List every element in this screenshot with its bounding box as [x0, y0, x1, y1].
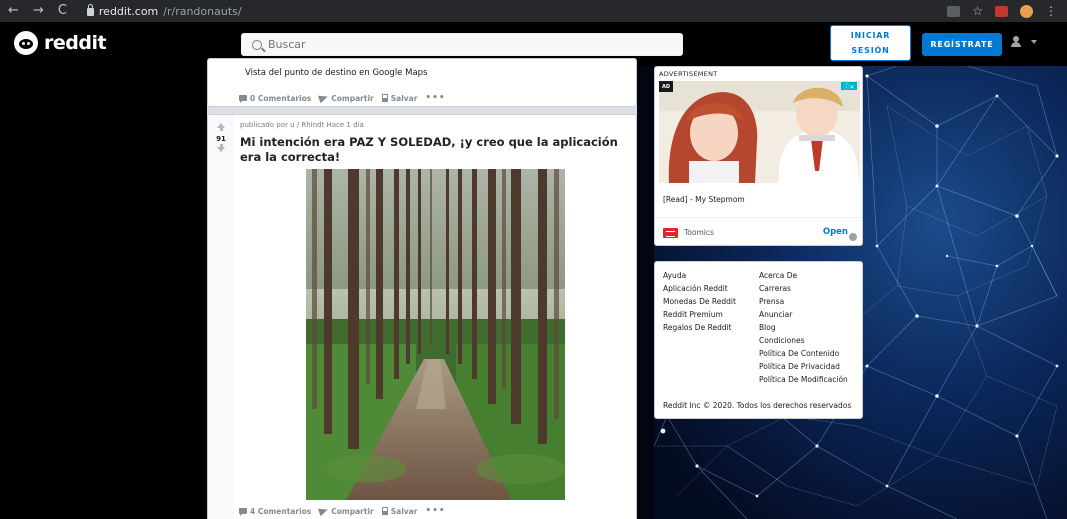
- forest-path-photo: [306, 169, 565, 500]
- save-button[interactable]: Salvar: [381, 93, 418, 103]
- footer-link[interactable]: Prensa: [759, 295, 848, 308]
- footer-links-card: Ayuda Aplicación Reddit Monedas De Reddi…: [654, 261, 863, 419]
- save-label: Salvar: [390, 93, 418, 103]
- profile-avatar-icon[interactable]: [1020, 4, 1033, 18]
- search-icon: [252, 39, 262, 50]
- bookmark-icon: [381, 94, 388, 102]
- translate-icon[interactable]: [947, 5, 961, 17]
- ad-open-link[interactable]: Open: [823, 227, 848, 237]
- footer-link[interactable]: Política De Privacidad: [759, 360, 848, 373]
- share-button[interactable]: Compartir: [318, 92, 374, 104]
- screenshot-frame: ← → C reddit.com/r/randonauts/ ☆ ⋮ reddi…: [0, 0, 1067, 519]
- reload-icon[interactable]: C: [58, 0, 67, 22]
- footer-links-column-1: Ayuda Aplicación Reddit Monedas De Reddi…: [663, 269, 736, 334]
- more-options-icon[interactable]: •••: [425, 93, 445, 103]
- upvote-arrow-icon[interactable]: [217, 123, 225, 131]
- logo-text: reddit: [44, 32, 107, 54]
- comments-button[interactable]: 0 Comentarios: [239, 94, 311, 103]
- post-body-text: Vista del punto de destino en Google Map…: [245, 68, 428, 78]
- login-label-line1: INICIAR: [850, 31, 891, 40]
- share-icon: [318, 505, 330, 517]
- copyright-text: Reddit Inc © 2020. Todos los derechos re…: [663, 401, 852, 410]
- vote-bar: 91: [208, 115, 234, 519]
- post-actions: 0 Comentarios Compartir Salvar •••: [239, 92, 446, 104]
- post-image[interactable]: [306, 169, 565, 500]
- share-icon: [318, 92, 330, 104]
- back-arrow-icon[interactable]: ←: [8, 0, 19, 22]
- footer-link[interactable]: Monedas De Reddit: [663, 295, 736, 308]
- browser-menu-icon[interactable]: ⋮: [1045, 4, 1057, 18]
- post-title[interactable]: Mi intención era PAZ Y SOLEDAD, ¡y creo …: [240, 135, 620, 165]
- footer-link[interactable]: Aplicación Reddit: [663, 282, 736, 295]
- login-button[interactable]: INICIAR SESIÓN: [830, 25, 911, 61]
- bookmark-icon: [381, 507, 388, 515]
- footer-link[interactable]: Blog: [759, 321, 848, 334]
- left-background: [0, 66, 207, 519]
- comments-count: 0 Comentarios: [250, 93, 312, 103]
- forward-arrow-icon[interactable]: →: [33, 0, 44, 22]
- downvote-arrow-icon[interactable]: [217, 144, 225, 152]
- footer-link[interactable]: Política De Modificación: [759, 373, 848, 386]
- comments-count: 4 Comentarios: [250, 506, 312, 516]
- chevron-down-icon: [1031, 40, 1037, 44]
- address-bar[interactable]: reddit.com/r/randonauts/: [86, 4, 242, 18]
- footer-links-column-2: Acerca De Carreras Prensa Anunciar Blog …: [759, 269, 848, 386]
- snoo-logo-icon: [14, 31, 38, 55]
- ad-badge: AD: [659, 81, 673, 92]
- signup-button[interactable]: REGÍSTRATE: [922, 33, 1002, 56]
- share-label: Compartir: [331, 93, 374, 103]
- url-host: reddit.com: [98, 4, 159, 18]
- ad-illustration: [659, 81, 860, 183]
- search-bar[interactable]: [241, 33, 683, 56]
- ad-caption[interactable]: [Read] - My Stepmom: [663, 195, 745, 204]
- reddit-logo[interactable]: reddit: [14, 31, 107, 55]
- lock-icon: [86, 4, 94, 16]
- comments-button[interactable]: 4 Comentarios: [239, 507, 311, 516]
- post-feed: Vista del punto de destino en Google Map…: [207, 58, 637, 519]
- footer-link[interactable]: Carreras: [759, 282, 848, 295]
- adblock-extension-icon[interactable]: [995, 5, 1008, 17]
- sidebar-gutter: [637, 66, 654, 519]
- post-card[interactable]: 91 publicado por u / Rhindt Hace 1 día M…: [207, 114, 637, 519]
- url-path: /r/randonauts/: [163, 4, 242, 18]
- post-actions: 4 Comentarios Compartir Salvar •••: [239, 505, 446, 517]
- footer-link[interactable]: Reddit Premium: [663, 308, 736, 321]
- save-button[interactable]: Salvar: [381, 506, 418, 516]
- user-icon: [1011, 36, 1021, 48]
- search-input[interactable]: [268, 38, 668, 51]
- ad-choices-icon[interactable]: ⓘ✕: [841, 82, 857, 91]
- ad-footer: Toomics Open: [655, 217, 862, 245]
- share-button[interactable]: Compartir: [318, 505, 374, 517]
- share-label: Compartir: [331, 506, 374, 516]
- footer-link[interactable]: Regalos De Reddit: [663, 321, 736, 334]
- footer-link[interactable]: Política De Contenido: [759, 347, 848, 360]
- bookmark-star-icon[interactable]: ☆: [972, 4, 983, 18]
- ad-indicator-dot: [849, 233, 857, 241]
- post-meta: publicado por u / Rhindt Hace 1 día: [240, 121, 364, 129]
- footer-link[interactable]: Acerca De: [759, 269, 848, 282]
- footer-link[interactable]: Ayuda: [663, 269, 736, 282]
- ad-brand: Toomics: [684, 228, 714, 237]
- save-label: Salvar: [390, 506, 418, 516]
- post-card[interactable]: Vista del punto de destino en Google Map…: [207, 58, 637, 107]
- vote-score: 91: [216, 135, 226, 143]
- user-dropdown[interactable]: [1011, 36, 1037, 48]
- login-label-line2: SESIÓN: [851, 46, 890, 55]
- ad-label: ADVERTISEMENT: [659, 70, 718, 78]
- browser-extensions: ☆ ⋮: [947, 0, 1057, 22]
- advertisement-card[interactable]: ADVERTISEMENT AD ⓘ✕ [Read] - My Stepmom …: [654, 66, 863, 246]
- more-options-icon[interactable]: •••: [425, 506, 445, 516]
- browser-toolbar: ← → C reddit.com/r/randonauts/ ☆ ⋮: [0, 0, 1067, 22]
- comment-icon: [239, 508, 247, 516]
- footer-link[interactable]: Anunciar: [759, 308, 848, 321]
- toomics-logo-icon: [663, 227, 678, 238]
- footer-link[interactable]: Condiciones: [759, 334, 848, 347]
- ad-image[interactable]: AD ⓘ✕: [659, 81, 860, 183]
- comment-icon: [239, 95, 247, 103]
